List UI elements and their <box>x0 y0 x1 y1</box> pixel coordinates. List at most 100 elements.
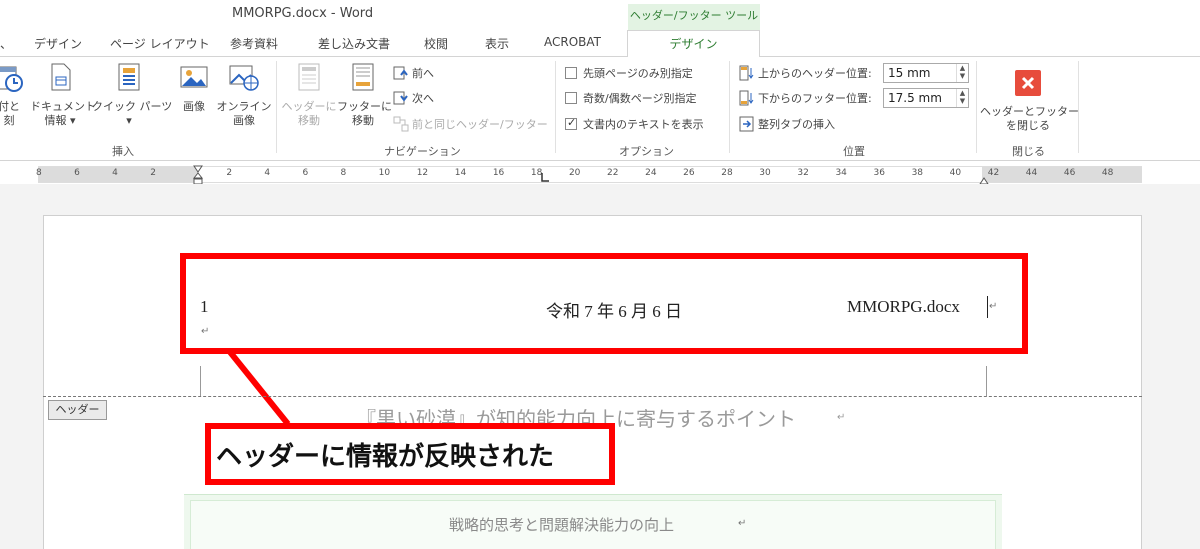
previous-section-icon <box>393 66 408 80</box>
ruler-tick-label: 46 <box>1063 168 1076 178</box>
ribbon: 付と 刻 ドキュメント 情報 ▾ クイック パーツ ▾ 画像 オンライン 画像 … <box>0 57 1200 161</box>
header-from-top-label: 上からのヘッダー位置: <box>758 67 872 80</box>
alignment-tab-icon <box>739 116 754 132</box>
group-divider <box>729 61 730 153</box>
footer-from-bottom-input[interactable]: 17.5 mm ▲ ▼ <box>883 88 969 108</box>
footer-from-bottom-row: 下からのフッター位置: <box>739 88 872 108</box>
close-group-label: 閉じる <box>1012 145 1045 158</box>
header-from-top-value: 15 mm <box>888 66 931 80</box>
different-first-page-label: 先頭ページのみ別指定 <box>583 67 693 80</box>
margin-mark <box>200 366 201 396</box>
callout-connector-line <box>227 350 291 426</box>
header-position-icon <box>739 65 754 81</box>
header-highlight-box <box>180 253 1028 354</box>
tab-design[interactable]: デザイン <box>34 35 82 52</box>
ruler-tick-label: 22 <box>607 168 619 178</box>
link-icon <box>393 116 409 132</box>
document-info-label: ドキュメント 情報 ▾ <box>30 100 96 127</box>
close-header-footer-button[interactable]: ヘッダーとフッター を閉じる <box>980 61 1079 133</box>
quick-parts-icon <box>118 63 140 91</box>
footer-icon <box>352 63 374 91</box>
header-footer-tools-context-tab: ヘッダー/フッター ツール <box>628 4 760 30</box>
ruler-tick-label: 4 <box>264 168 271 178</box>
link-to-previous-button[interactable]: 前と同じヘッダー/フッター <box>393 114 548 134</box>
ruler-tick-label: 26 <box>683 168 695 178</box>
horizontal-ruler[interactable]: 8 6 4 2 2 4 6 8 10 12 14 16 18 20 22 24 26 28 30 32 34 36 38 40… <box>36 165 1142 185</box>
header-boundary-line <box>43 396 1142 397</box>
show-document-text-checkbox[interactable]: 文書内のテキストを表示 <box>565 114 704 134</box>
ruler-tick-label: 28 <box>721 168 733 178</box>
goto-header-label: ヘッダーに 移動 <box>281 100 337 127</box>
ruler-tick-label: 48 <box>1101 168 1114 178</box>
tab-mailings[interactable]: 差し込み文書 <box>318 35 390 52</box>
footer-from-bottom-label: 下からのフッター位置: <box>758 92 872 105</box>
ruler-tick-label: 34 <box>835 168 847 178</box>
ribbon-tabs: 、 デザイン ページ レイアウト 参考資料 差し込み文書 校閲 表示 ACROB… <box>0 30 1200 58</box>
paragraph-mark-icon: ↵ <box>837 412 846 423</box>
next-label: 次へ <box>412 92 434 105</box>
tab-view[interactable]: 表示 <box>485 35 509 52</box>
checkbox-unchecked <box>565 92 577 104</box>
ruler-tick-label: 6 <box>302 168 309 178</box>
tab-review[interactable]: 校閲 <box>424 35 448 52</box>
quick-parts-button[interactable]: クイック パーツ ▾ <box>92 61 173 128</box>
online-picture-button[interactable]: オンライン 画像 <box>216 61 272 128</box>
spinner-arrows-icon[interactable]: ▲ ▼ <box>956 89 968 107</box>
quick-parts-label: クイック パーツ ▾ <box>92 100 173 127</box>
insert-group-label: 挿入 <box>112 145 134 158</box>
header-from-top-input[interactable]: 15 mm ▲ ▼ <box>883 63 969 83</box>
ruler-tick-label: 30 <box>759 168 771 178</box>
navigation-group-label: ナビゲーション <box>384 145 461 158</box>
previous-button[interactable]: 前へ <box>393 63 434 83</box>
ruler-tick-label: 10 <box>378 168 391 178</box>
close-header-footer-label: ヘッダーとフッター を閉じる <box>980 105 1079 132</box>
tab-page-layout[interactable]: ページ レイアウト <box>110 35 210 52</box>
spinner-arrows-icon[interactable]: ▲ ▼ <box>956 64 968 82</box>
subheading-text[interactable]: 戦略的思考と問題解決能力の向上 <box>449 514 674 535</box>
ruler-tick-label: 2 <box>226 168 233 178</box>
ruler-tick-label: 4 <box>112 168 118 178</box>
ruler-right-margin <box>982 167 1142 182</box>
ruler-tick-label: 32 <box>797 168 809 178</box>
footer-position-icon <box>739 90 754 106</box>
tab-overflow-indicator: 、 <box>0 37 13 51</box>
ruler-tick-label: 36 <box>873 168 885 178</box>
document-info-button[interactable]: ドキュメント 情報 ▾ <box>30 61 96 128</box>
ruler-tick-label: 14 <box>454 168 467 178</box>
ruler-tick-label: 38 <box>911 168 924 178</box>
next-button[interactable]: 次へ <box>393 88 434 108</box>
header-from-top-row: 上からのヘッダー位置: <box>739 63 872 83</box>
insert-alignment-tab-button[interactable]: 整列タブの挿入 <box>739 114 835 134</box>
online-picture-label: オンライン 画像 <box>216 100 272 127</box>
show-document-text-label: 文書内のテキストを表示 <box>583 118 704 131</box>
picture-button[interactable]: 画像 <box>174 61 214 114</box>
group-divider <box>555 61 556 153</box>
ruler-tick-label: 44 <box>1025 168 1038 178</box>
position-group-label: 位置 <box>843 145 865 158</box>
checkbox-unchecked <box>565 67 577 79</box>
callout-text: ヘッダーに情報が反映された <box>216 442 555 472</box>
goto-footer-button[interactable]: フッターに 移動 <box>337 61 392 128</box>
different-first-page-checkbox[interactable]: 先頭ページのみ別指定 <box>565 63 693 83</box>
ruler-left-margin <box>38 167 198 182</box>
ruler-tick-label: 2 <box>150 168 156 178</box>
tab-header-footer-design[interactable]: デザイン <box>627 30 760 58</box>
group-divider <box>976 61 977 153</box>
different-odd-even-checkbox[interactable]: 奇数/偶数ページ別指定 <box>565 88 697 108</box>
tab-references[interactable]: 参考資料 <box>230 35 278 52</box>
insert-alignment-tab-label: 整列タブの挿入 <box>758 118 835 131</box>
tab-acrobat[interactable]: ACROBAT <box>544 35 601 49</box>
document-icon <box>51 63 71 91</box>
ruler-tick-label: 8 <box>36 168 42 178</box>
header-icon <box>298 63 320 91</box>
picture-icon <box>180 66 208 88</box>
ruler-tick-label: 12 <box>416 168 429 178</box>
ruler-tick-label: 40 <box>949 168 962 178</box>
paragraph-mark-icon: ↵ <box>738 518 747 529</box>
header-tag: ヘッダー <box>48 400 107 420</box>
goto-header-button[interactable]: ヘッダーに 移動 <box>281 61 337 128</box>
window-title: MMORPG.docx - Word <box>232 6 374 21</box>
footer-from-bottom-value: 17.5 mm <box>888 91 942 105</box>
date-time-button[interactable]: 付と 刻 <box>0 61 24 128</box>
center-tab-icon[interactable] <box>540 172 550 184</box>
